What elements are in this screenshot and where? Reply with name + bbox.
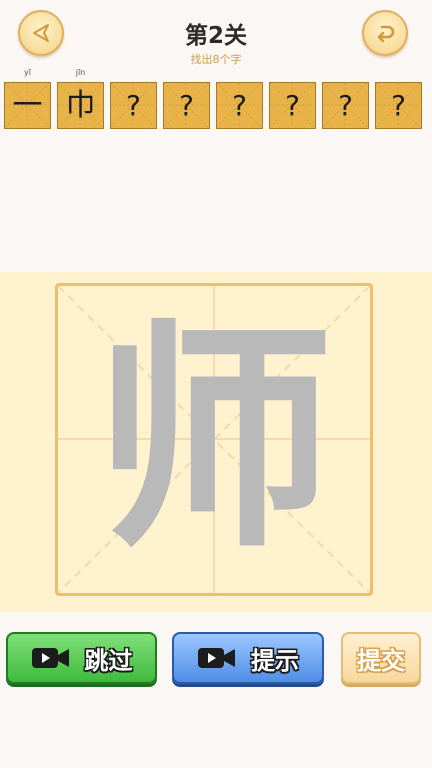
level-subtitle: 找出8个字 xyxy=(190,53,242,66)
answer-slot: ? xyxy=(322,68,369,130)
hint-label: 提示 xyxy=(251,646,299,675)
slot-pinyin xyxy=(110,68,157,82)
slot-unknown-mark: ? xyxy=(285,88,300,122)
submit-label: 提交 xyxy=(357,646,405,675)
video-camera-icon xyxy=(31,648,69,668)
answer-slot: ? xyxy=(110,68,157,130)
slot-pinyin: jīn xyxy=(75,68,86,77)
submit-button[interactable]: 提交 xyxy=(341,632,421,684)
skip-button[interactable]: 跳过 xyxy=(6,632,157,684)
slot-pinyin: yī xyxy=(24,68,31,77)
slot-pinyin xyxy=(375,68,422,82)
slot-box[interactable]: ? xyxy=(110,82,157,129)
slot-box[interactable]: ? xyxy=(375,82,422,129)
slot-box[interactable]: ? xyxy=(269,82,316,129)
slot-box[interactable]: 巾 xyxy=(57,82,104,129)
slot-unknown-mark: ? xyxy=(126,88,141,122)
slot-character: 巾 xyxy=(65,87,96,123)
slot-pinyin xyxy=(322,68,369,82)
answer-slot: ? xyxy=(269,68,316,130)
slot-box[interactable]: ? xyxy=(322,82,369,129)
slot-unknown-mark: ? xyxy=(391,88,406,122)
answer-slot: jīn 巾 xyxy=(57,68,104,130)
slot-unknown-mark: ? xyxy=(232,88,247,122)
restart-button[interactable] xyxy=(362,10,408,56)
slot-unknown-mark: ? xyxy=(179,88,194,122)
answer-slot: yī 一 xyxy=(4,68,51,130)
slot-box[interactable]: 一 xyxy=(4,82,51,129)
slot-box[interactable]: ? xyxy=(216,82,263,129)
puzzle-character[interactable]: 师 xyxy=(58,286,370,593)
answer-slot: ? xyxy=(163,68,210,130)
video-camera-icon xyxy=(198,648,235,668)
answer-slot: ? xyxy=(375,68,422,130)
slot-character: 一 xyxy=(12,87,43,123)
character-board[interactable]: 师 xyxy=(55,283,373,596)
slot-pinyin xyxy=(269,68,316,82)
slot-box[interactable]: ? xyxy=(163,82,210,129)
slot-pinyin xyxy=(216,68,263,82)
skip-label: 跳过 xyxy=(84,646,133,675)
restart-icon xyxy=(377,25,395,43)
answer-slot: ? xyxy=(216,68,263,130)
answer-slots: yī 一 jīn 巾 ? ? ? ? ? ? xyxy=(4,68,428,130)
slot-pinyin xyxy=(163,68,210,82)
hint-button[interactable]: 提示 xyxy=(172,632,324,684)
slot-unknown-mark: ? xyxy=(338,88,353,122)
